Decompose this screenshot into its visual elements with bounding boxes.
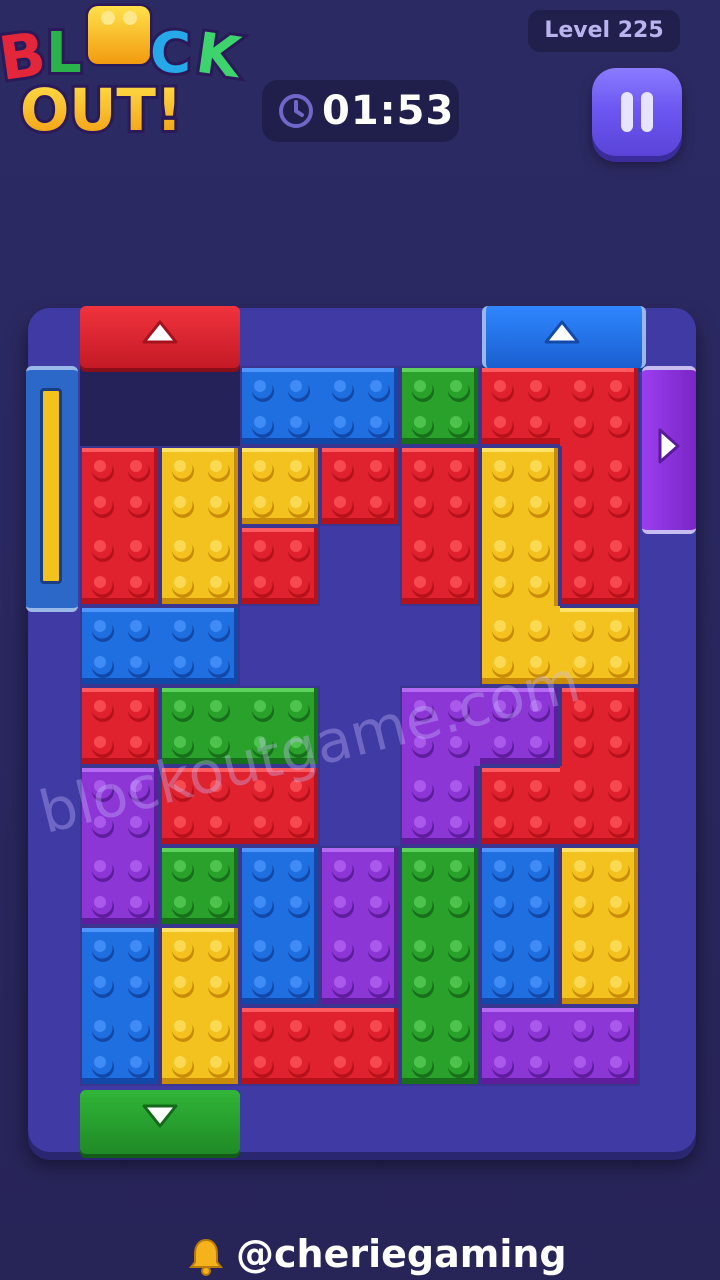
red-block[interactable] bbox=[240, 526, 320, 606]
green-block[interactable] bbox=[160, 846, 240, 926]
purple-block[interactable] bbox=[480, 1006, 640, 1086]
yellow-block[interactable] bbox=[240, 446, 320, 526]
green-block[interactable] bbox=[400, 366, 480, 446]
red-block[interactable] bbox=[320, 446, 400, 526]
blue-block[interactable] bbox=[80, 926, 160, 1086]
blue-block[interactable] bbox=[240, 366, 400, 446]
red-block[interactable] bbox=[80, 446, 160, 606]
yellow-block[interactable] bbox=[160, 446, 240, 606]
yellow-block[interactable] bbox=[160, 926, 240, 1086]
yellow-block[interactable] bbox=[560, 846, 640, 1006]
blue-block[interactable] bbox=[240, 846, 320, 1006]
creator-handle: @cheriegaming bbox=[236, 1232, 567, 1276]
red-block[interactable] bbox=[400, 446, 480, 606]
blue-block[interactable] bbox=[480, 846, 560, 1006]
bell-icon bbox=[188, 1238, 224, 1276]
green-block[interactable] bbox=[400, 846, 480, 1086]
footer: @cheriegaming bbox=[0, 1228, 720, 1280]
blue-block[interactable] bbox=[80, 606, 240, 686]
purple-block[interactable] bbox=[320, 846, 400, 1006]
red-block[interactable] bbox=[240, 1006, 400, 1086]
